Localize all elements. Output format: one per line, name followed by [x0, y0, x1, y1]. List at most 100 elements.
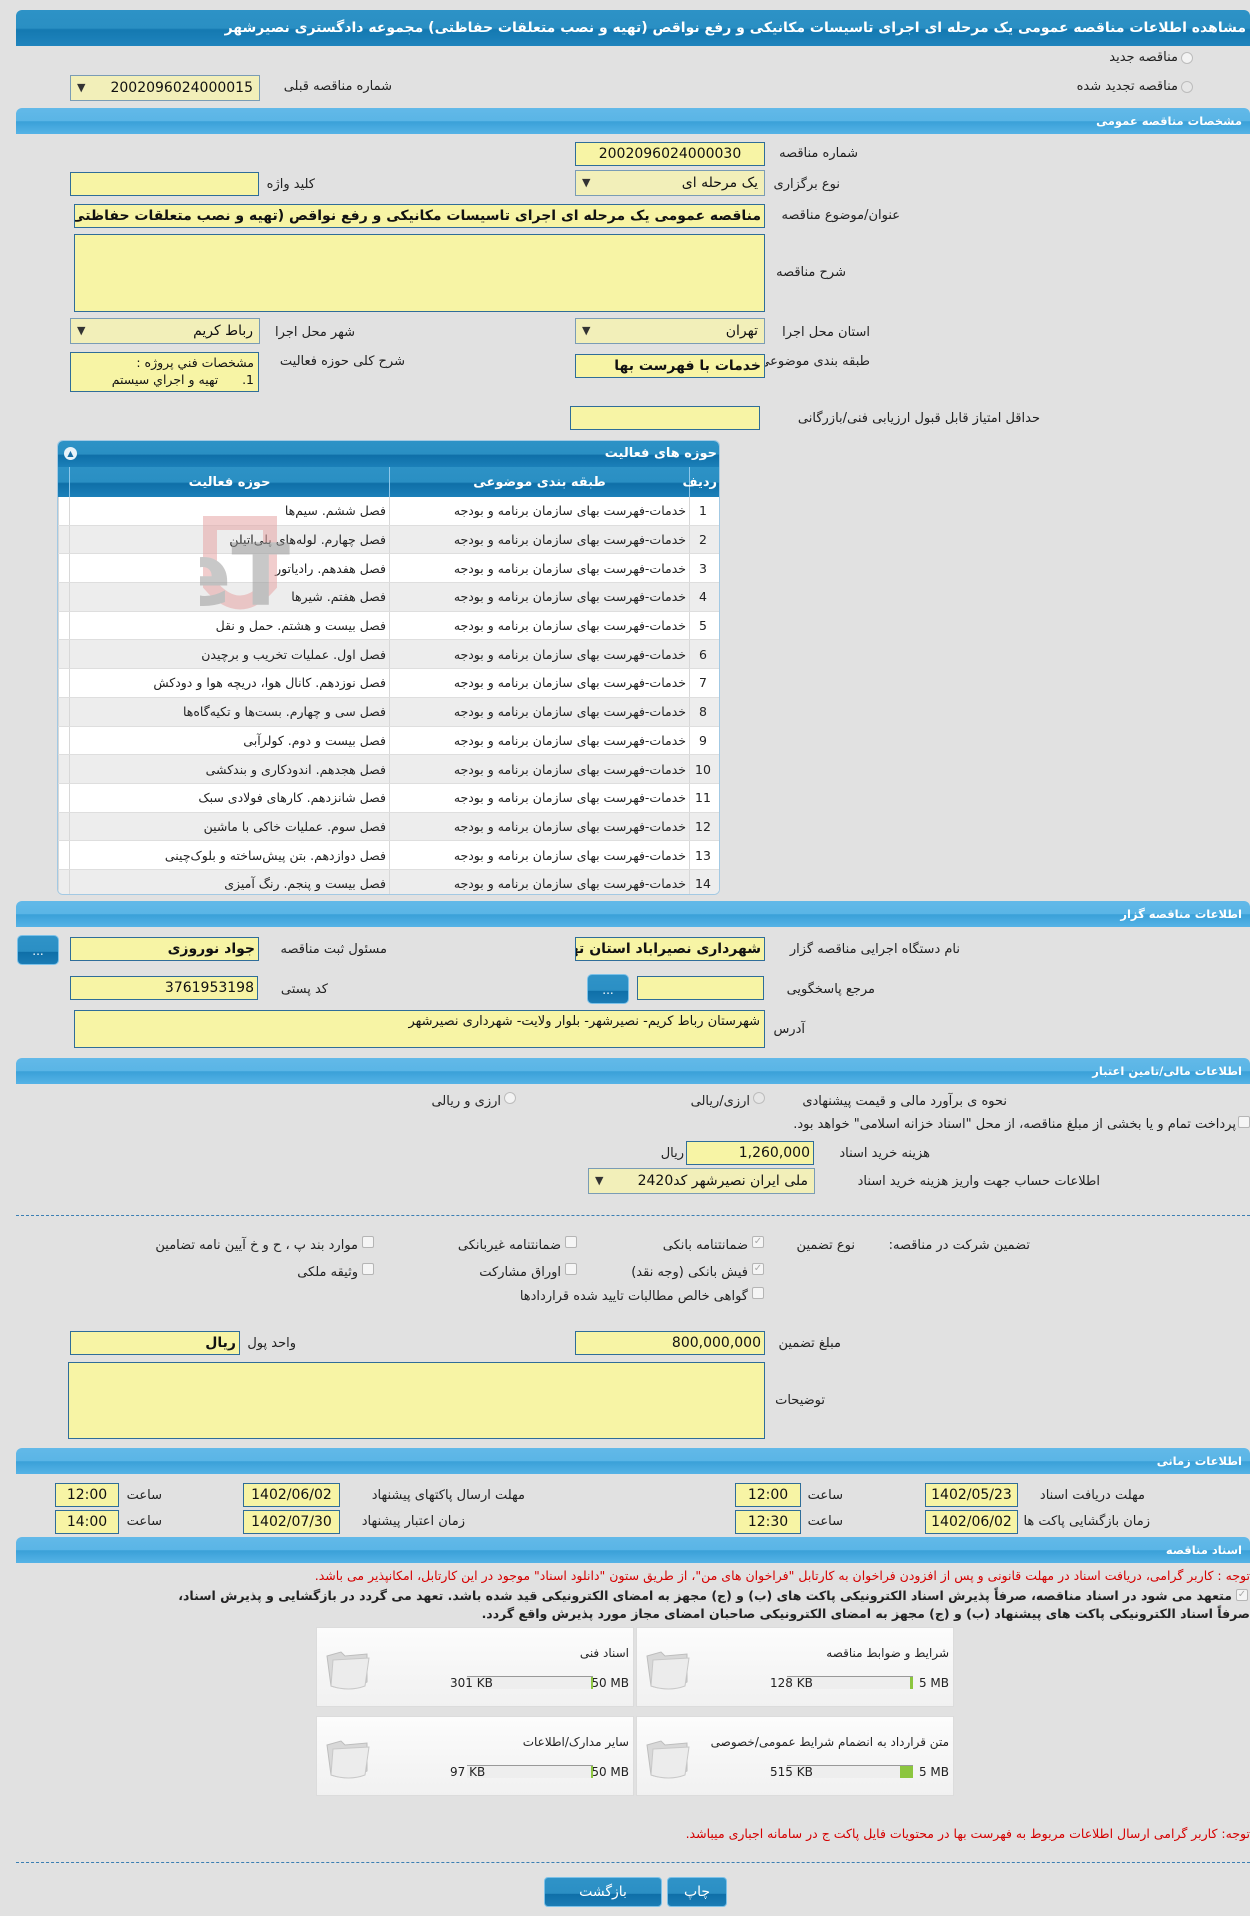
cell-spacer	[58, 583, 69, 611]
cell-activity: فصل سوم. عملیات خاکی با ماشین	[69, 812, 389, 841]
guarantee-amount-field[interactable]: 800,000,000	[575, 1331, 765, 1355]
section-general-title: مشخصات مناقصه عمومی	[1096, 114, 1242, 128]
cell-index: 7	[689, 669, 719, 697]
table-row[interactable]: 2 خدمات-فهرست بهای سازمان برنامه و بودجه ف…	[58, 525, 719, 555]
opening-time[interactable]: 12:30	[735, 1510, 801, 1534]
cell-spacer	[58, 611, 69, 640]
document-max-size: 50 MB	[591, 1676, 629, 1690]
column-header-index[interactable]: ردیف	[682, 467, 719, 497]
doc-fee-field[interactable]: 1,260,000	[686, 1141, 814, 1165]
table-row[interactable]: 1 خدمات-فهرست بهای سازمان برنامه و بودجه ف…	[58, 497, 719, 526]
province-select[interactable]: تهران ▼	[575, 318, 765, 344]
validity-date[interactable]: 1402/07/30	[243, 1510, 340, 1534]
category-field[interactable]: خدمات با فهرست بها	[575, 354, 765, 378]
table-row[interactable]: 8 خدمات-فهرست بهای سازمان برنامه و بودجه ف…	[58, 697, 719, 727]
guarantee-nonbank-checkbox[interactable]	[565, 1236, 577, 1248]
submit-label: مهلت ارسال پاکتهای پیشنهاد	[371, 1488, 525, 1503]
guarantee-property-checkbox[interactable]	[362, 1263, 374, 1275]
opening-date[interactable]: 1402/06/02	[925, 1510, 1018, 1534]
previous-number-value: 2002096024000015	[110, 80, 253, 96]
doc-receive-date[interactable]: 1402/05/23	[925, 1483, 1018, 1507]
section-timing-title: اطلاعات زمانی	[1156, 1454, 1242, 1468]
guarantee-claims-checkbox[interactable]	[752, 1287, 764, 1299]
description-field[interactable]	[74, 234, 765, 312]
print-button[interactable]: چاپ	[667, 1877, 727, 1907]
org-field[interactable]: شهرداری نصیراباد استان تهران	[575, 937, 765, 961]
rial-option-label: ارزی/ریالی	[690, 1094, 750, 1109]
new-tender-radio[interactable]	[1181, 52, 1193, 64]
rial-option-radio[interactable]	[753, 1092, 765, 1104]
city-select[interactable]: رباط کریم ▼	[70, 318, 260, 344]
submit-date[interactable]: 1402/06/02	[243, 1483, 340, 1507]
tender-number-field[interactable]: 2002096024000030	[575, 142, 765, 166]
cell-activity: فصل بیست و پنجم. رنگ آمیزی	[69, 869, 389, 894]
select-reference-button[interactable]: ...	[587, 974, 629, 1004]
validity-time[interactable]: 14:00	[55, 1510, 119, 1534]
column-header-activity[interactable]: حوزه فعالیت	[69, 467, 389, 497]
table-row[interactable]: 14 خدمات-فهرست بهای سازمان برنامه و بودجه…	[58, 869, 719, 894]
postal-label: کد پستی	[280, 982, 328, 997]
document-card[interactable]: اسناد فنی 50 MB 301 KB	[316, 1627, 634, 1707]
account-select[interactable]: ملی ایران نصیرشهر کد2420 ▼	[588, 1168, 815, 1194]
activity-desc-field[interactable]: مشخصات فني پروژه : 1. تهيه و اجراي سيستم	[70, 352, 259, 392]
cell-category: خدمات-فهرست بهای سازمان برنامه و بودجه	[389, 497, 689, 525]
guarantee-bonds-checkbox[interactable]	[565, 1263, 577, 1275]
document-card[interactable]: متن قرارداد به انضمام شرایط عمومی/خصوصی …	[636, 1716, 954, 1796]
table-row[interactable]: 9 خدمات-فهرست بهای سازمان برنامه و بودجه ف…	[58, 726, 719, 756]
holding-type-select[interactable]: یک مرحله ای ▼	[575, 170, 765, 196]
folder-icon	[326, 1651, 370, 1690]
address-field[interactable]: شهرستان رباط کریم- نصیرشهر- بلوار ولایت-…	[74, 1010, 765, 1048]
both-option-radio[interactable]	[504, 1092, 516, 1104]
min-score-field[interactable]	[570, 406, 760, 430]
previous-number-label: شماره مناقصه قبلی	[283, 79, 392, 94]
cell-spacer	[58, 497, 69, 525]
guarantee-bylaw-label: موارد بند پ ، ح و خ آیین نامه تضامین	[155, 1238, 358, 1253]
renewed-tender-radio[interactable]	[1181, 81, 1193, 93]
holding-type-value: یک مرحله ای	[681, 175, 758, 191]
guarantee-nonbank-label: ضمانتنامه غیربانکی	[457, 1238, 561, 1253]
document-card[interactable]: شرایط و ضوابط مناقصه 5 MB 128 KB	[636, 1627, 954, 1707]
cell-category: خدمات-فهرست بهای سازمان برنامه و بودجه	[389, 869, 689, 894]
subject-field[interactable]: مناقصه عمومی یک مرحله ای اجرای تاسیسات م…	[74, 204, 765, 228]
submit-time[interactable]: 12:00	[55, 1483, 119, 1507]
table-row[interactable]: 3 خدمات-فهرست بهای سازمان برنامه و بودجه ف…	[58, 554, 719, 584]
doc-receive-time[interactable]: 12:00	[735, 1483, 801, 1507]
registrar-field[interactable]: جواد نوروزی	[70, 937, 259, 961]
activity-desc-label: شرح کلی حوزه فعالیت	[279, 354, 405, 369]
currency-label: واحد پول	[247, 1336, 296, 1351]
treasury-checkbox[interactable]	[1238, 1116, 1250, 1128]
folder-icon	[326, 1740, 370, 1779]
table-row[interactable]: 11 خدمات-فهرست بهای سازمان برنامه و بودجه…	[58, 783, 719, 813]
reference-field[interactable]	[637, 976, 764, 1000]
notes-field[interactable]	[68, 1362, 765, 1439]
page-title-text: مشاهده اطلاعات مناقصه عمومی یک مرحله ای …	[224, 20, 1246, 36]
table-row[interactable]: 4 خدمات-فهرست بهای سازمان برنامه و بودجه ف…	[58, 583, 719, 612]
back-button[interactable]: بازگشت	[544, 1877, 662, 1907]
guarantee-cash-checkbox[interactable]: ✓	[752, 1263, 764, 1275]
guarantee-bank-checkbox[interactable]: ✓	[752, 1236, 764, 1248]
table-row[interactable]: 13 خدمات-فهرست بهای سازمان برنامه و بودجه…	[58, 841, 719, 870]
doc-receive-label: مهلت دریافت اسناد	[1039, 1488, 1145, 1503]
guarantee-bylaw-checkbox[interactable]	[362, 1236, 374, 1248]
previous-number-select[interactable]: 2002096024000015 ▼	[70, 75, 260, 101]
table-row[interactable]: 5 خدمات-فهرست بهای سازمان برنامه و بودجه ف…	[58, 611, 719, 641]
table-row[interactable]: 12 خدمات-فهرست بهای سازمان برنامه و بودجه…	[58, 812, 719, 842]
postal-field[interactable]: 3761953198	[70, 976, 258, 1000]
chevron-down-icon: ▼	[77, 81, 86, 94]
table-row[interactable]: 10 خدمات-فهرست بهای سازمان برنامه و بودجه…	[58, 755, 719, 784]
table-row[interactable]: 6 خدمات-فهرست بهای سازمان برنامه و بودجه ف…	[58, 640, 719, 670]
commitment-checkbox[interactable]: ✓	[1236, 1589, 1248, 1601]
folder-icon	[646, 1740, 690, 1779]
cell-activity: فصل دوازدهم. بتن پیش‌ساخته و بلوک‌چینی	[69, 841, 389, 869]
cell-category: خدمات-فهرست بهای سازمان برنامه و بودجه	[389, 812, 689, 841]
select-registrar-button[interactable]: ...	[17, 935, 59, 965]
currency-field[interactable]: ریال	[70, 1331, 240, 1355]
column-header-category[interactable]: طبقه بندی موضوعی	[389, 467, 689, 497]
account-label: اطلاعات حساب جهت واریز هزینه خرید اسناد	[857, 1174, 1100, 1189]
keyword-field[interactable]	[70, 172, 259, 196]
table-row[interactable]: 7 خدمات-فهرست بهای سازمان برنامه و بودجه ف…	[58, 669, 719, 698]
document-name: متن قرارداد به انضمام شرایط عمومی/خصوصی	[710, 1735, 949, 1749]
doc-fee-unit: ریال	[660, 1146, 684, 1161]
document-card[interactable]: سایر مدارک/اطلاعات 50 MB 97 KB	[316, 1716, 634, 1796]
collapse-icon[interactable]: ▲	[64, 447, 77, 460]
